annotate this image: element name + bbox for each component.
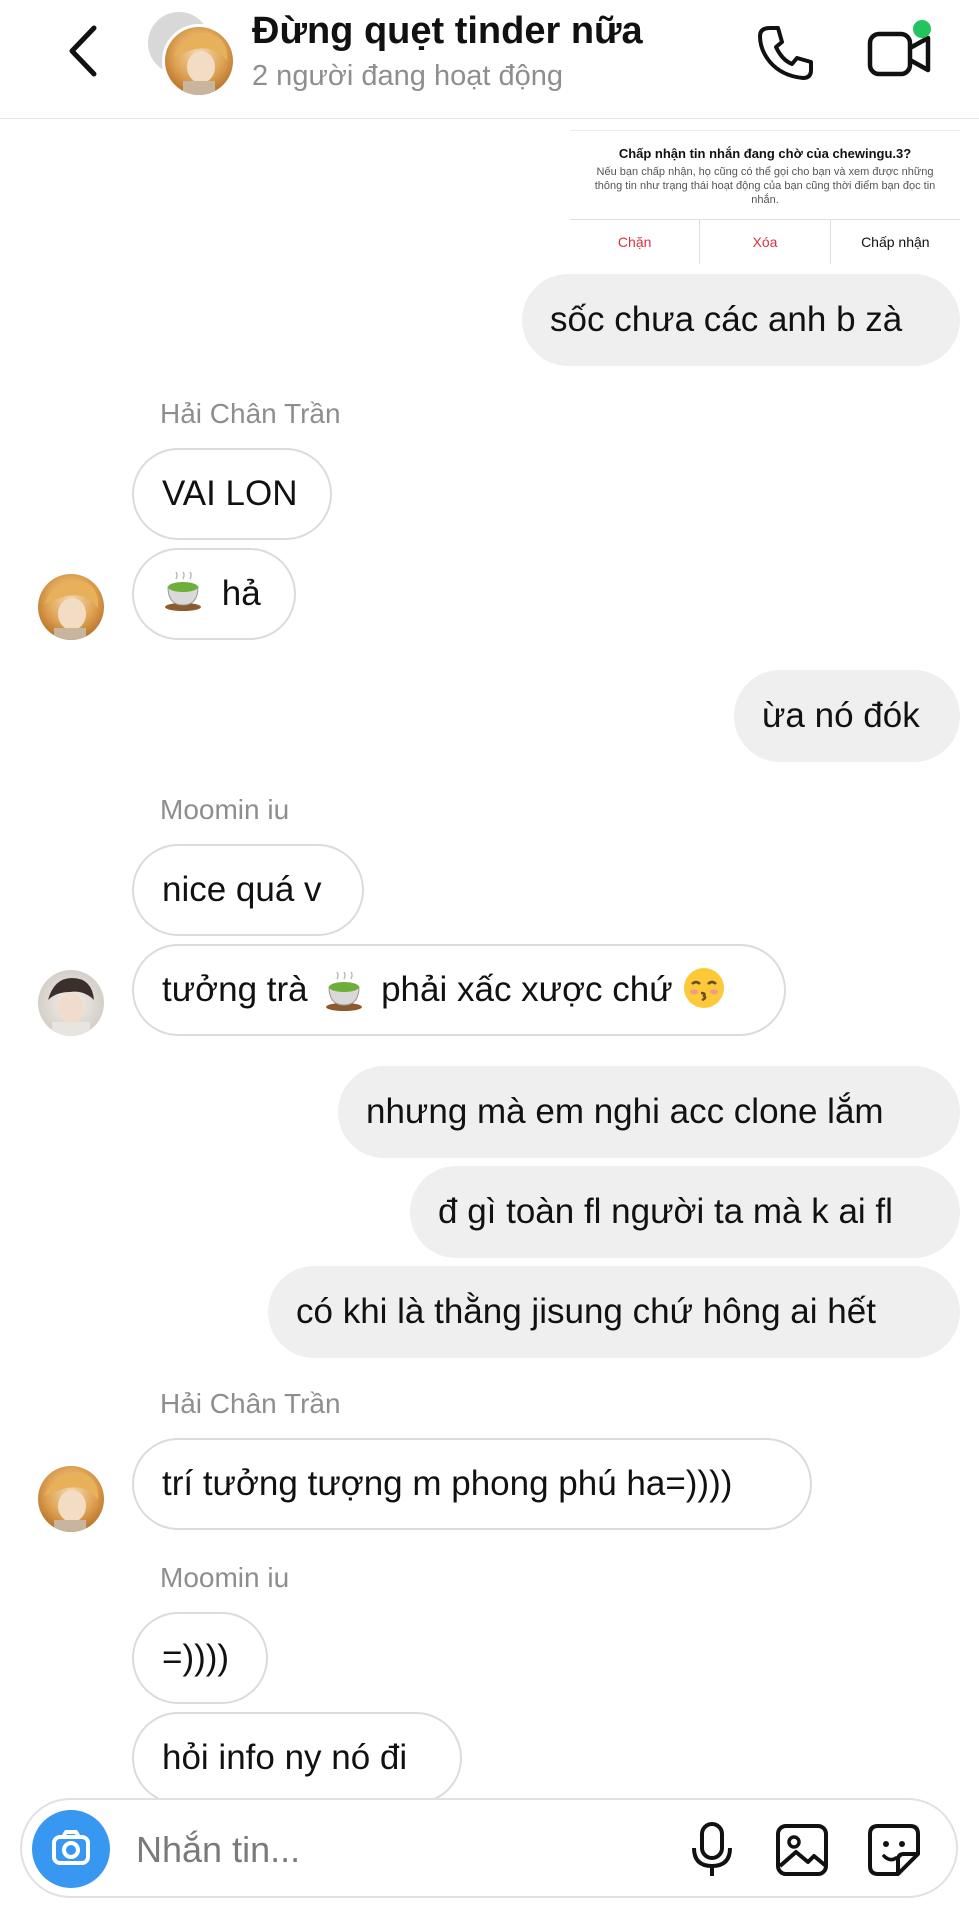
block-button[interactable]: Chặn <box>570 220 701 264</box>
sender-name: Hải Chân Trần <box>160 398 341 429</box>
message-composer <box>20 1798 958 1898</box>
microphone-icon[interactable] <box>684 1820 740 1880</box>
message-input[interactable] <box>134 1822 658 1878</box>
accept-button[interactable]: Chấp nhận <box>831 220 960 264</box>
sender-name: Moomin iu <box>160 1562 290 1593</box>
avatar-hai-chan-tran[interactable] <box>38 574 104 640</box>
avatar-moomin-iu[interactable] <box>38 970 104 1036</box>
sticker-icon[interactable] <box>864 1820 924 1880</box>
delete-button[interactable]: Xóa <box>700 220 831 264</box>
message-text: tưởng trà <box>162 970 308 1009</box>
camera-button[interactable] <box>32 1810 110 1888</box>
online-dot <box>913 20 931 38</box>
avatar-hai-chan-tran[interactable] <box>38 1466 104 1532</box>
request-actions: Chặn Xóa Chấp nhận <box>570 219 960 264</box>
request-description: Nếu bạn chấp nhận, họ cũng có thể gọi ch… <box>594 166 936 206</box>
sender-name: Hải Chân Trần <box>160 1388 341 1419</box>
chat-title[interactable]: Đừng quẹt tinder nữa <box>252 10 643 53</box>
request-title: Chấp nhận tin nhắn đang chờ của chewingu… <box>618 146 912 161</box>
tea-emoji-icon <box>326 971 363 1011</box>
avatar-primary <box>162 24 236 98</box>
camera-icon <box>52 1830 90 1865</box>
message-outgoing[interactable]: có khi là thằng jisung chứ hông ai hết <box>268 1266 960 1358</box>
phone-icon[interactable] <box>754 22 816 84</box>
message-text: hả <box>221 574 261 613</box>
message-text: phải xấc xược chứ <box>381 970 673 1009</box>
message-incoming[interactable]: hả <box>132 548 296 640</box>
message-incoming[interactable]: VAI LON <box>132 448 332 540</box>
video-call-icon[interactable] <box>866 18 936 84</box>
active-status: 2 người đang hoạt động <box>252 60 563 92</box>
message-incoming[interactable]: tưởng trà phải xấc xược chứ <box>132 944 786 1036</box>
kissing-face-emoji-icon <box>684 967 725 1008</box>
message-incoming[interactable]: nice quá v <box>132 844 364 936</box>
message-incoming[interactable]: hỏi info ny nó đi <box>132 1712 462 1804</box>
sender-name: Moomin iu <box>160 794 290 825</box>
message-outgoing[interactable]: nhưng mà em nghi acc clone lắm <box>338 1066 960 1158</box>
tea-emoji-icon <box>165 571 201 611</box>
message-outgoing[interactable]: đ gì toàn fl người ta mà k ai fl <box>410 1166 960 1258</box>
gallery-icon[interactable] <box>772 1820 832 1880</box>
message-outgoing[interactable]: ừa nó đók <box>734 670 960 762</box>
message-incoming[interactable]: =)))) <box>132 1612 268 1704</box>
chat-header: Đừng quẹt tinder nữa 2 người đang hoạt đ… <box>0 0 979 119</box>
message-request-card: Chấp nhận tin nhắn đang chờ của chewingu… <box>570 130 960 264</box>
message-outgoing[interactable]: sốc chưa các anh b zà <box>522 274 960 366</box>
group-avatar[interactable] <box>146 10 236 98</box>
message-incoming[interactable]: trí tưởng tượng m phong phú ha=)))) <box>132 1438 812 1530</box>
back-arrow-icon[interactable] <box>62 22 108 80</box>
